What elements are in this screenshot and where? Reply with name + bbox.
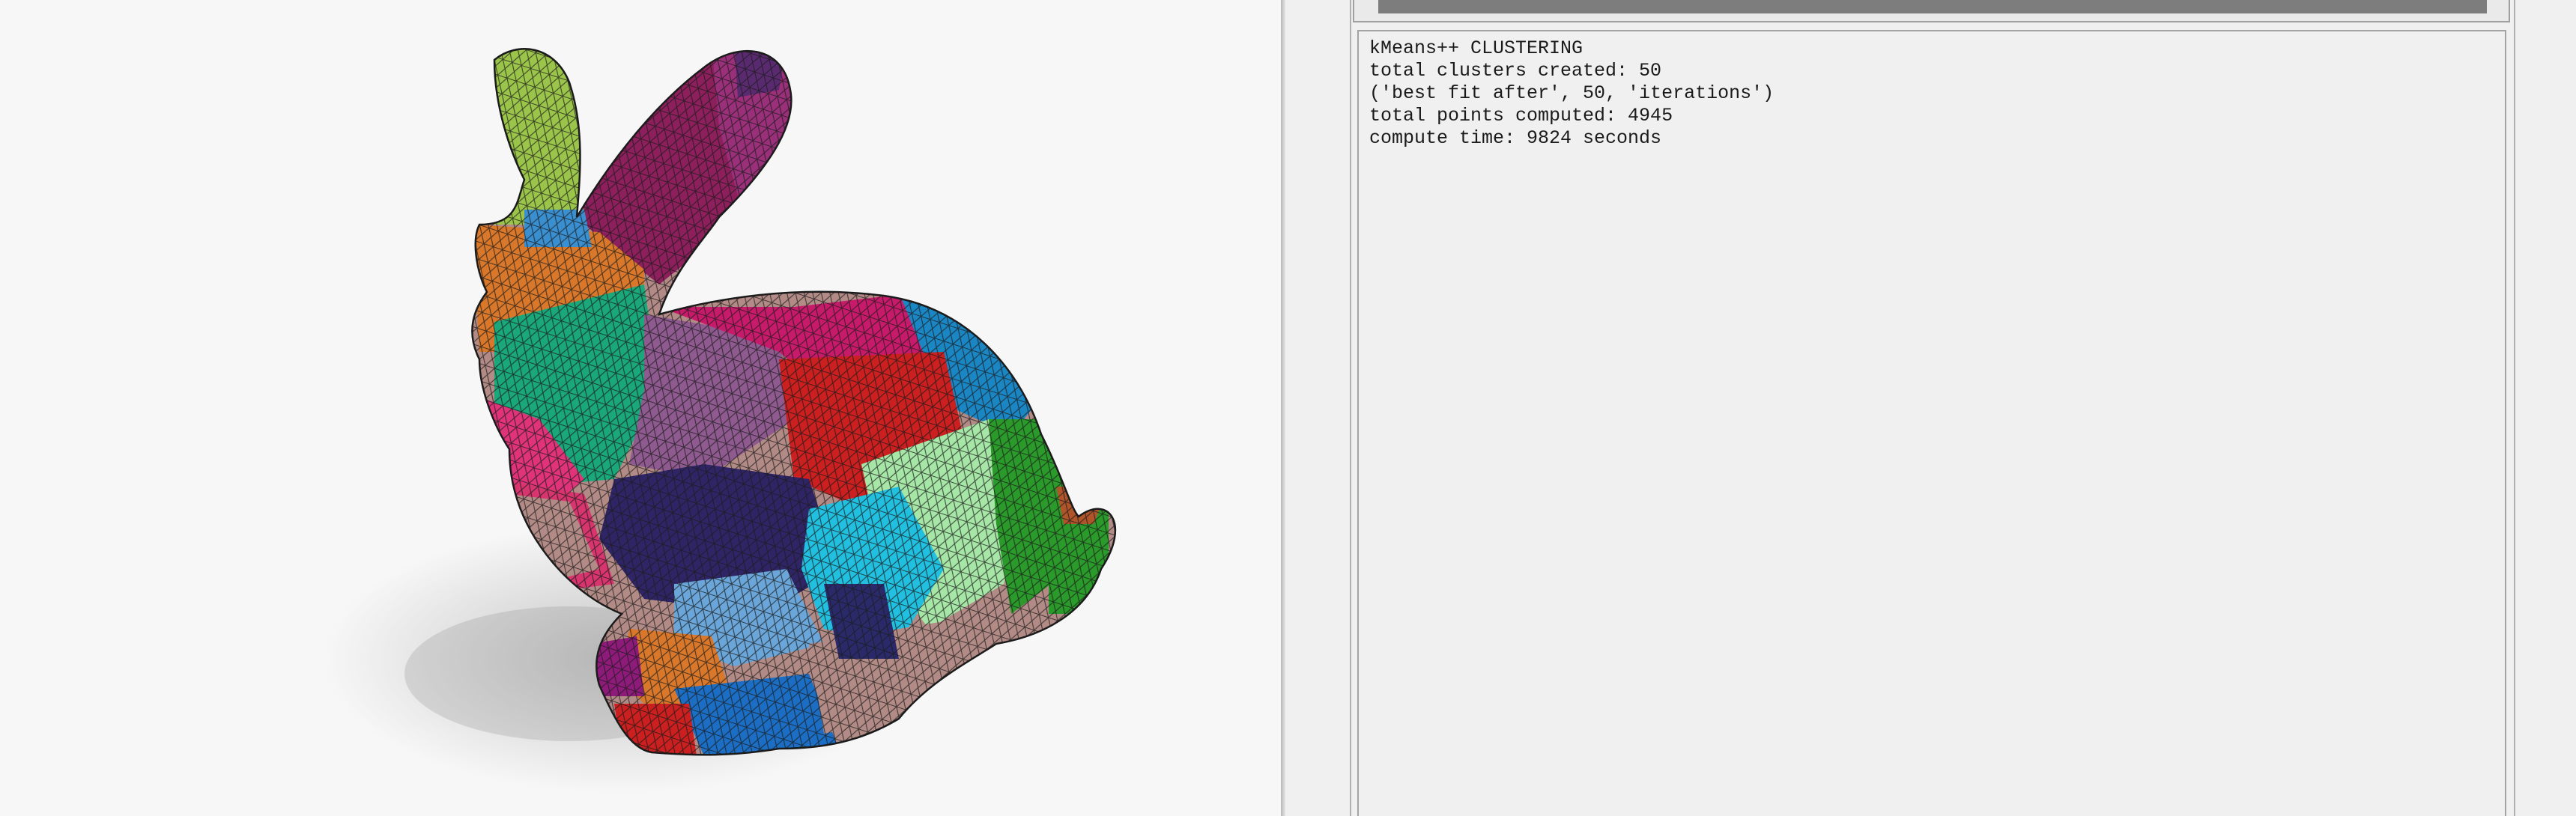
console-line-title: kMeans++ CLUSTERING [1369, 37, 1584, 59]
console-line-clusters: total clusters created: 50 [1369, 60, 1662, 82]
console-line-compute-time: compute time: 9824 seconds [1369, 127, 1662, 149]
console-line-best-fit: ('best fit after', 50, 'iterations') [1369, 82, 1775, 104]
console-output[interactable]: kMeans++ CLUSTERING total clusters creat… [1357, 30, 2506, 816]
console-line-points: total points computed: 4945 [1369, 105, 1673, 127]
3d-viewport[interactable] [0, 0, 1281, 816]
panel-rule-left [1350, 0, 1351, 816]
scrollbar-thumb[interactable] [1378, 0, 2487, 13]
app-window: kMeans++ CLUSTERING total clusters creat… [0, 0, 2576, 816]
panel-rule-right [2514, 0, 2515, 816]
bunny-mesh-render[interactable] [0, 0, 1281, 816]
output-panel: kMeans++ CLUSTERING total clusters creat… [1285, 0, 2576, 816]
horizontal-scrollbar[interactable] [1378, 0, 2487, 13]
